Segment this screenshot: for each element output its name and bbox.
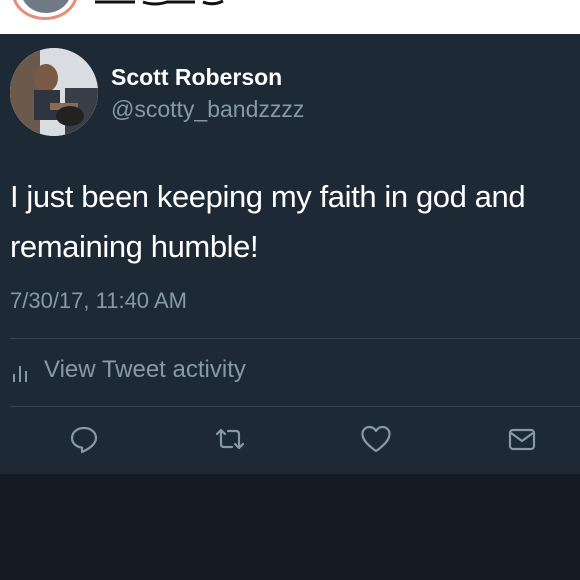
reply-button[interactable] [68,423,100,455]
reply-icon [70,426,98,454]
divider [10,406,580,407]
envelope-icon [508,428,536,451]
bar-chart-icon [13,366,27,382]
instagram-header-strip [0,0,580,34]
direct-message-button[interactable] [506,423,538,455]
cropped-username-text [95,0,224,6]
avatar-photo [10,48,98,136]
tweet-card: Scott Roberson @scotty_bandzzzz I just b… [0,34,580,474]
profile-avatar[interactable] [10,48,98,136]
view-tweet-activity-label: View Tweet activity [44,356,246,383]
display-name[interactable]: Scott Roberson [111,64,282,91]
header-avatar[interactable] [12,0,78,20]
tweet-text: I just been keeping my faith in god and … [10,172,575,272]
heart-icon [361,425,391,453]
divider [10,338,580,339]
retweet-button[interactable] [214,423,246,455]
retweet-icon [215,428,245,450]
tweet-text-line-1: I just been keeping my faith in god and [10,179,526,214]
username-handle[interactable]: @scotty_bandzzzz [111,96,304,123]
page-background-below [0,474,580,580]
tweet-text-line-2: remaining humble! [10,229,259,264]
like-button[interactable] [360,423,392,455]
tweet-timestamp[interactable]: 7/30/17, 11:40 AM [10,288,187,314]
view-tweet-activity-link[interactable]: View Tweet activity [12,355,246,385]
screenshot: Scott Roberson @scotty_bandzzzz I just b… [0,0,580,580]
